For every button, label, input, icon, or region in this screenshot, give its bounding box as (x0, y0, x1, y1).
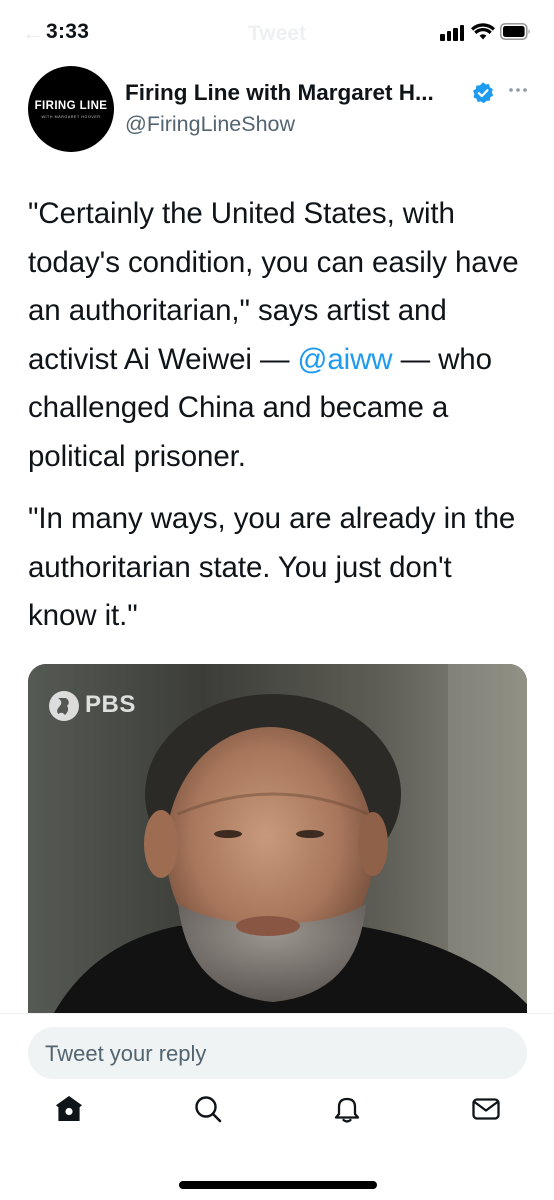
wifi-icon (471, 23, 495, 40)
avatar[interactable]: FIRING LINE WITH MARGARET HOOVER (28, 66, 114, 152)
verified-badge-icon (473, 82, 494, 104)
battery-icon (500, 23, 530, 40)
author-handle[interactable]: @FiringLineShow (125, 112, 295, 137)
notifications-icon[interactable] (330, 1092, 364, 1126)
reply-placeholder: Tweet your reply (45, 1041, 207, 1066)
status-icons (440, 22, 530, 44)
tweet-text: "Certainly the United States, with today… (28, 190, 528, 641)
home-indicator (179, 1181, 377, 1189)
more-options-icon[interactable] (508, 84, 528, 96)
avatar-logo-subtext: WITH MARGARET HOOVER (41, 115, 101, 119)
mention-link[interactable]: @aiww (297, 343, 392, 376)
tweet-header: FIRING LINE WITH MARGARET HOOVER Firing … (28, 66, 528, 156)
messages-icon[interactable] (469, 1092, 503, 1126)
avatar-logo-text: FIRING LINE (34, 100, 108, 112)
reply-input[interactable]: Tweet your reply (28, 1027, 527, 1079)
author-display-name[interactable]: Firing Line with Margaret H... (125, 80, 434, 106)
pbs-logo-icon (49, 691, 79, 721)
pbs-watermark-text: PBS (85, 691, 136, 718)
home-icon[interactable] (52, 1092, 86, 1126)
tweet-paragraph: "Certainly the United States, with today… (28, 190, 528, 481)
tweet-media[interactable]: PBS (28, 664, 527, 1024)
status-bar: ← 3:33 Tweet (0, 0, 554, 62)
tweet-paragraph: "In many ways, you are already in the au… (28, 502, 516, 632)
search-icon[interactable] (191, 1092, 225, 1126)
